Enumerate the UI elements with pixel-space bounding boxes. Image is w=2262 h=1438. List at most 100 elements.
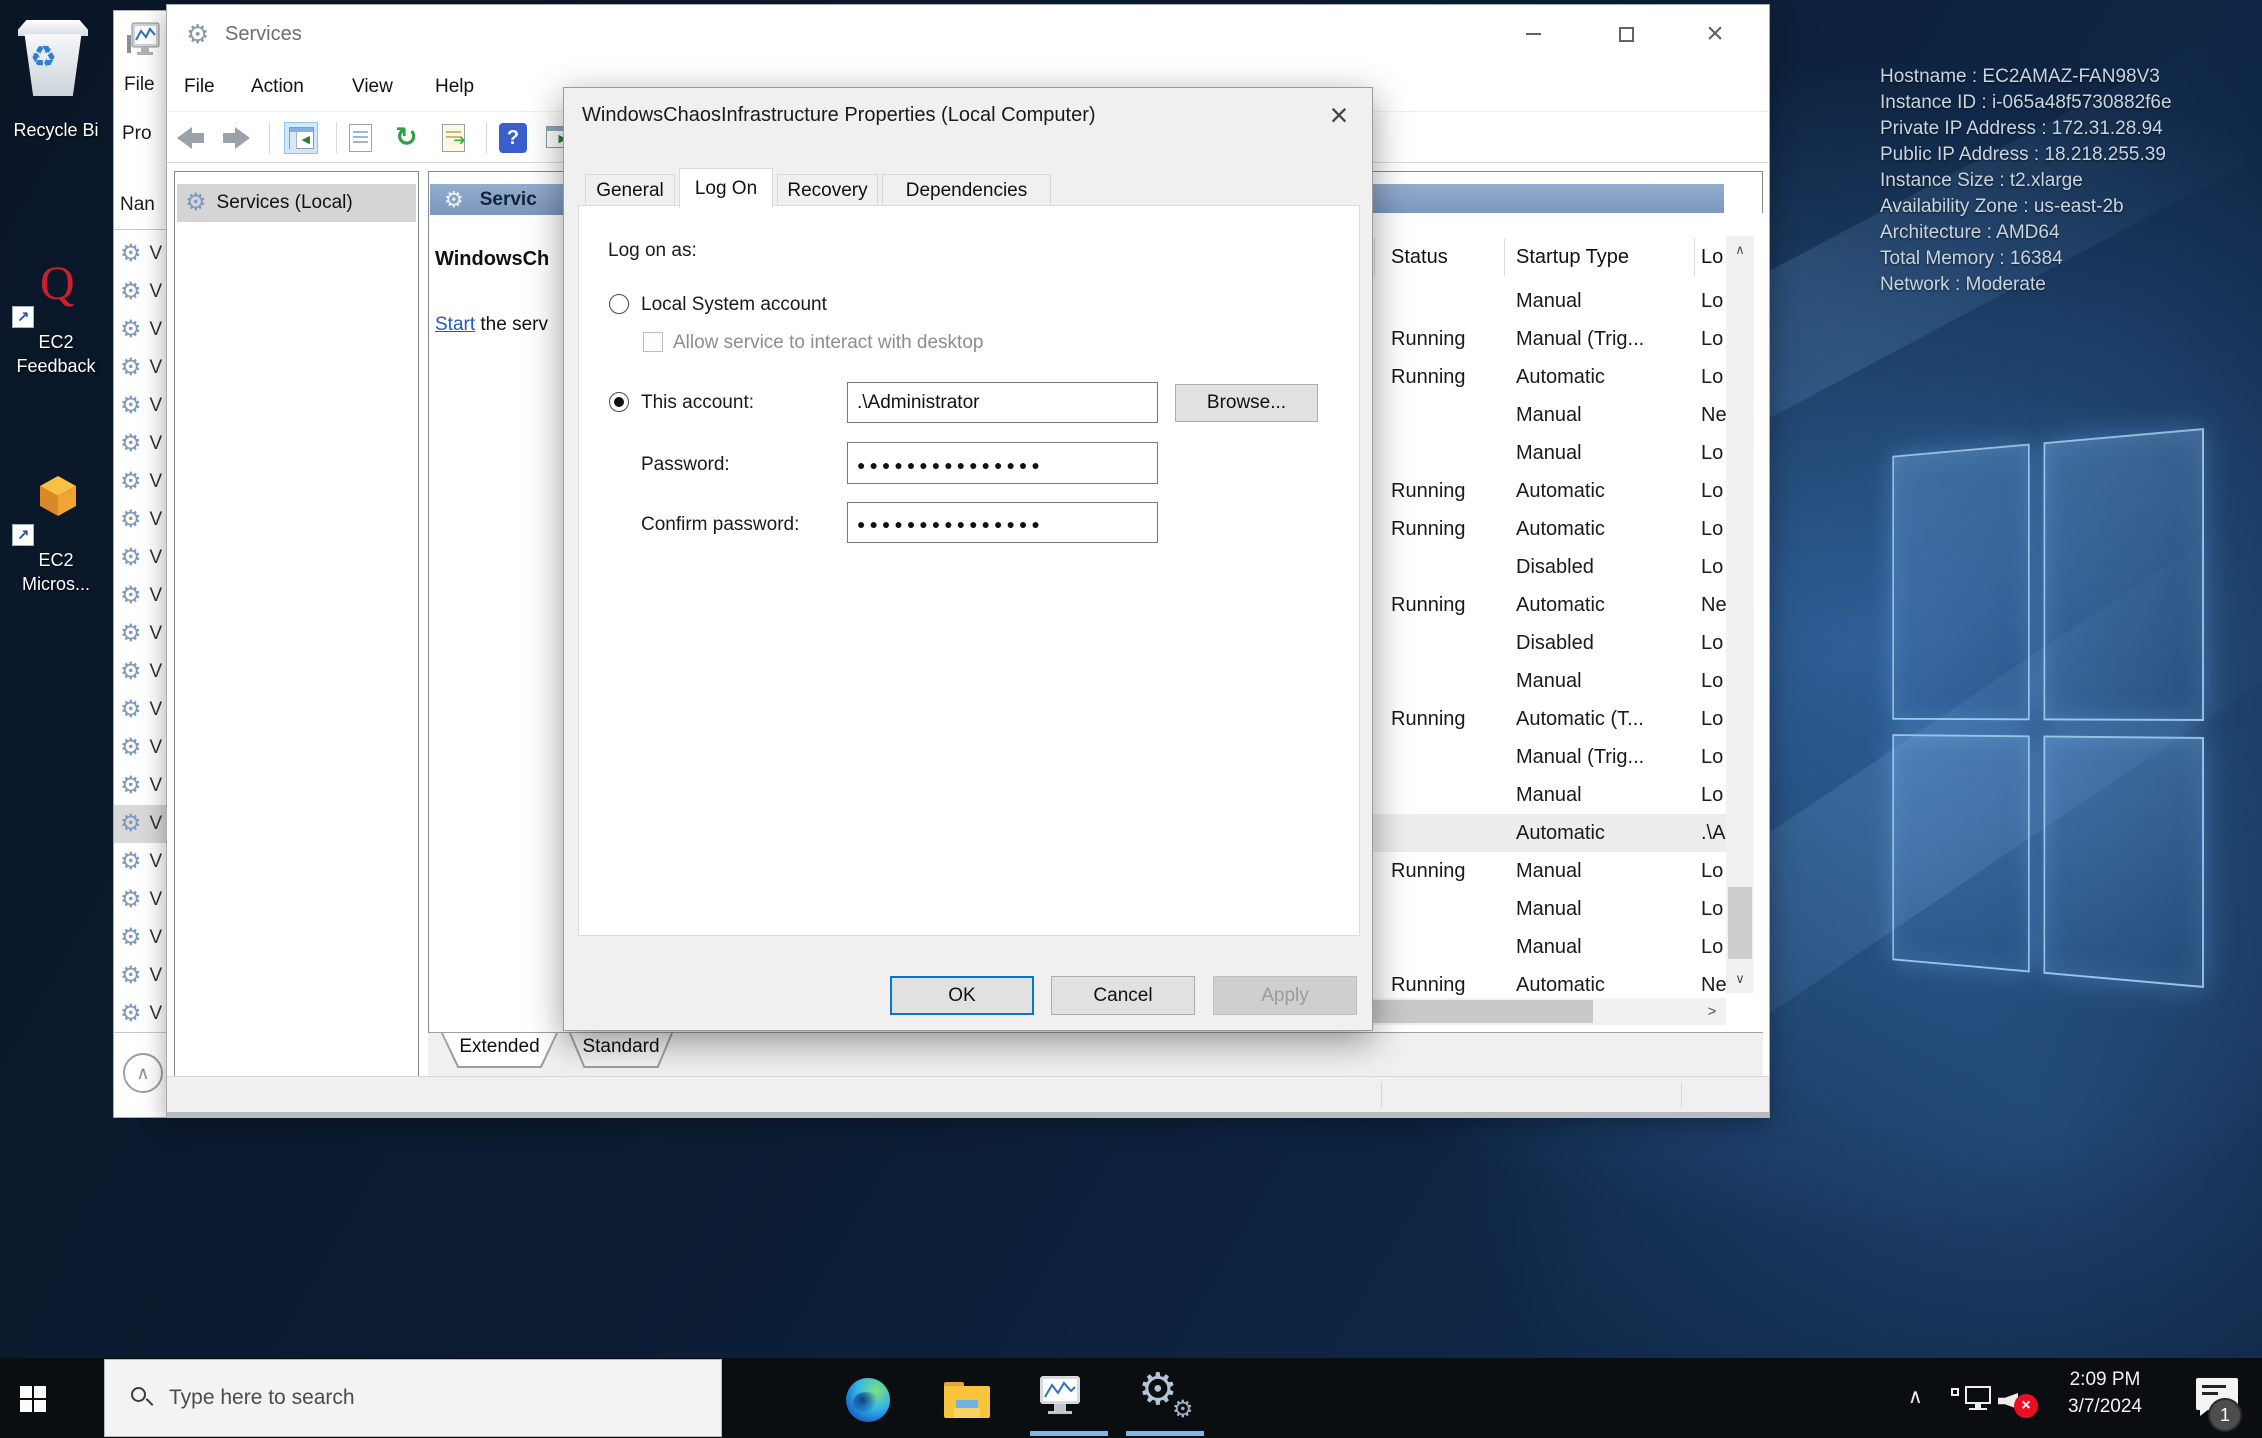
services-titlebar[interactable]: ⚙ Services × <box>167 5 1769 66</box>
background-service-row[interactable]: ⚙V <box>114 843 166 881</box>
scroll-up-button[interactable]: ∧ <box>1726 236 1754 264</box>
desktop-icon-ec2-microsoft[interactable]: ↗ EC2 Micros... <box>0 472 116 607</box>
service-row[interactable]: DisabledLo <box>1372 548 1726 586</box>
service-row[interactable]: ManualLo <box>1372 890 1726 928</box>
minimize-button[interactable] <box>1501 5 1565 63</box>
close-button[interactable]: × <box>1683 5 1747 63</box>
apply-button[interactable]: Apply <box>1213 976 1357 1015</box>
service-row[interactable]: RunningManual (Trig...Lo <box>1372 320 1726 358</box>
column-header-status[interactable]: Status <box>1391 236 1448 278</box>
properties-button[interactable] <box>344 122 378 154</box>
performance-monitor-taskbar-icon[interactable] <box>1040 1376 1080 1416</box>
service-row[interactable]: RunningAutomaticLo <box>1372 358 1726 396</box>
background-service-row[interactable]: ⚙V <box>114 653 166 691</box>
tab-log-on[interactable]: Log On <box>679 168 773 208</box>
tab-general[interactable]: General <box>585 174 675 207</box>
background-service-row[interactable]: ⚙V <box>114 273 166 311</box>
desktop-icon-ec2-feedback[interactable]: Q ↗ EC2 Feedback <box>0 258 116 388</box>
service-row[interactable]: RunningAutomaticLo <box>1372 510 1726 548</box>
background-service-row[interactable]: ⚙V <box>114 805 166 843</box>
menu-file[interactable]: File <box>184 76 215 98</box>
background-service-row[interactable]: ⚙V <box>114 995 166 1033</box>
service-row[interactable]: Manual (Trig...Lo <box>1372 738 1726 776</box>
menu-action[interactable]: Action <box>251 76 304 98</box>
background-service-row[interactable]: ⚙V <box>114 501 166 539</box>
dialog-close-button[interactable]: × <box>1318 94 1360 136</box>
service-row[interactable]: ManualLo <box>1372 434 1726 472</box>
background-service-row[interactable]: ⚙V <box>114 729 166 767</box>
chevron-up-button[interactable]: ∧ <box>123 1053 163 1093</box>
service-row[interactable]: RunningAutomatic (T...Lo <box>1372 700 1726 738</box>
maximize-button[interactable] <box>1594 5 1658 63</box>
help-button[interactable]: ? <box>497 122 531 154</box>
service-row[interactable]: ManualLo <box>1372 282 1726 320</box>
start-button[interactable] <box>20 1386 47 1413</box>
background-service-row[interactable]: ⚙V <box>114 349 166 387</box>
this-account-label[interactable]: This account: <box>641 392 754 414</box>
network-icon[interactable] <box>1951 1386 1991 1414</box>
background-service-row[interactable]: ⚙V <box>114 615 166 653</box>
scroll-right-button[interactable]: > <box>1698 998 1726 1025</box>
service-row[interactable]: ManualLo <box>1372 776 1726 814</box>
scroll-down-button[interactable]: ∨ <box>1726 965 1754 993</box>
background-service-row[interactable]: ⚙V <box>114 881 166 919</box>
password-input[interactable]: ●●●●●●●●●●●●●●● <box>847 442 1158 484</box>
confirm-password-input[interactable]: ●●●●●●●●●●●●●●● <box>847 502 1158 543</box>
taskbar-clock[interactable]: 2:09 PM 3/7/2024 <box>2046 1366 2164 1420</box>
export-list-button[interactable]: ➜ <box>437 122 471 154</box>
tab-extended[interactable]: Extended <box>441 1033 558 1068</box>
tab-recovery[interactable]: Recovery <box>777 174 878 207</box>
service-row[interactable]: ManualLo <box>1372 928 1726 966</box>
background-service-row[interactable]: ⚙V <box>114 957 166 995</box>
edge-icon[interactable] <box>846 1378 890 1422</box>
background-menu-file[interactable]: File <box>124 74 155 96</box>
refresh-button[interactable]: ↻ <box>392 122 426 154</box>
column-header-log-on-as[interactable]: Lo <box>1701 236 1723 278</box>
service-row[interactable]: DisabledLo <box>1372 624 1726 662</box>
tree-item-services-local[interactable]: ⚙ Services (Local) <box>177 184 416 222</box>
background-service-row[interactable]: ⚙V <box>114 577 166 615</box>
taskbar-search[interactable]: Type here to search <box>104 1359 722 1437</box>
this-account-radio[interactable] <box>609 392 629 412</box>
service-row[interactable]: ManualNe <box>1372 396 1726 434</box>
background-service-row[interactable]: ⚙V <box>114 767 166 805</box>
back-button[interactable] <box>177 127 207 149</box>
tab-dependencies[interactable]: Dependencies <box>882 174 1051 207</box>
background-service-row[interactable]: ⚙V <box>114 425 166 463</box>
background-service-row[interactable]: ⚙V <box>114 463 166 501</box>
background-service-row[interactable]: ⚙V <box>114 311 166 349</box>
tab-standard[interactable]: Standard <box>569 1033 673 1068</box>
background-window[interactable]: File Pro Nan ⚙V⚙V⚙V⚙V⚙V⚙V⚙V⚙V⚙V⚙V⚙V⚙V⚙V⚙… <box>113 10 166 1118</box>
background-service-row[interactable]: ⚙V <box>114 919 166 957</box>
menu-view[interactable]: View <box>352 76 393 98</box>
local-system-label[interactable]: Local System account <box>641 294 827 316</box>
file-explorer-icon[interactable] <box>944 1382 990 1418</box>
vertical-scrollbar[interactable]: ∧ ∨ <box>1726 236 1754 993</box>
service-row[interactable]: ManualLo <box>1372 662 1726 700</box>
scrollbar-thumb[interactable] <box>1372 1000 1593 1023</box>
background-service-row[interactable]: ⚙V <box>114 387 166 425</box>
start-service-link[interactable]: Start <box>435 314 475 335</box>
background-service-row[interactable]: ⚙V <box>114 235 166 273</box>
background-service-row[interactable]: ⚙V <box>114 539 166 577</box>
tray-show-hidden-icons[interactable]: ∧ <box>1908 1384 1923 1409</box>
horizontal-scrollbar[interactable]: > <box>1372 998 1726 1025</box>
volume-muted-icon[interactable]: × <box>1998 1386 2038 1416</box>
scrollbar-thumb[interactable] <box>1728 887 1752 959</box>
service-row[interactable]: Automatic.\A <box>1372 814 1726 852</box>
service-row[interactable]: RunningAutomaticLo <box>1372 472 1726 510</box>
console-tree-toggle-button[interactable]: ◀ <box>284 122 318 154</box>
browse-button[interactable]: Browse... <box>1175 384 1318 422</box>
desktop-icon-recycle-bin[interactable]: ♻ Recycle Bi <box>0 0 112 150</box>
forward-button[interactable] <box>220 127 250 149</box>
menu-help[interactable]: Help <box>435 76 474 98</box>
column-header-startup-type[interactable]: Startup Type <box>1516 236 1629 278</box>
service-row[interactable]: RunningAutomaticNe <box>1372 586 1726 624</box>
ok-button[interactable]: OK <box>890 976 1034 1015</box>
account-input[interactable]: .\Administrator <box>847 382 1158 423</box>
background-service-row[interactable]: ⚙V <box>114 691 166 729</box>
notification-badge: 1 <box>2208 1398 2242 1432</box>
local-system-radio[interactable] <box>609 294 629 314</box>
cancel-button[interactable]: Cancel <box>1051 976 1195 1015</box>
service-row[interactable]: RunningManualLo <box>1372 852 1726 890</box>
